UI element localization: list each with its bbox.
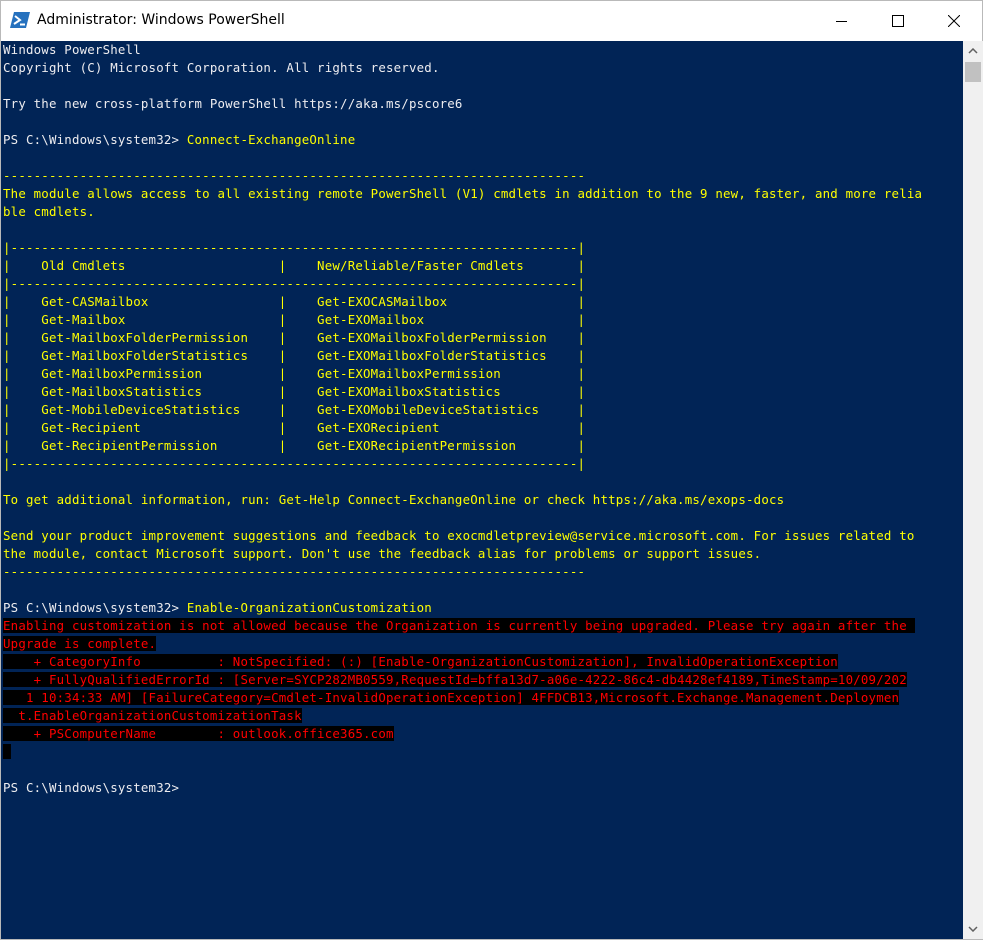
powershell-window: Administrator: Windows PowerShell Window… [0, 0, 983, 940]
console-text: |---------------------------------------… [3, 456, 586, 471]
command-text: Connect-ExchangeOnline [186, 132, 356, 147]
console-text: ----------------------------------------… [3, 168, 586, 183]
title-bar[interactable]: Administrator: Windows PowerShell [1, 1, 982, 41]
console-text: | Get-MailboxFolderStatistics | Get-EXOM… [3, 348, 586, 363]
maximize-icon [892, 15, 904, 27]
console-line: the module, contact Microsoft support. D… [3, 545, 761, 563]
console-text: | Old Cmdlets | New/Reliable/Faster Cmdl… [3, 258, 586, 273]
console-text: Send your product improvement suggestion… [3, 528, 915, 543]
vertical-scrollbar[interactable] [963, 41, 983, 939]
command-text: Enable-OrganizationCustomization [186, 600, 432, 615]
console-text: the module, contact Microsoft support. D… [3, 546, 762, 561]
error-text: Upgrade is complete. [3, 636, 157, 651]
scroll-up-arrow-icon [968, 48, 978, 54]
console-text: To get additional information, run: Get-… [3, 492, 785, 507]
console-line: The module allows access to all existing… [3, 185, 922, 203]
console-text: | Get-MailboxStatistics | Get-EXOMailbox… [3, 384, 586, 399]
console-line: Try the new cross-platform PowerShell ht… [3, 95, 463, 113]
close-icon [948, 15, 960, 27]
console-line: | Get-MobileDeviceStatistics | Get-EXOMo… [3, 401, 585, 419]
console-line: | Get-Mailbox | Get-EXOMailbox | [3, 311, 585, 329]
console-text: |---------------------------------------… [3, 240, 586, 255]
error-text: + CategoryInfo : NotSpecified: (:) [Enab… [3, 654, 838, 669]
console-text: Copyright (C) Microsoft Corporation. All… [3, 60, 440, 75]
scroll-up-button[interactable] [963, 41, 983, 61]
console-line: Windows PowerShell [3, 41, 141, 59]
console-line [3, 743, 11, 761]
close-button[interactable] [926, 1, 982, 41]
console-line: + CategoryInfo : NotSpecified: (:) [Enab… [3, 653, 838, 671]
console-text: | Get-MobileDeviceStatistics | Get-EXOMo… [3, 402, 586, 417]
console-text: | Get-MailboxPermission | Get-EXOMailbox… [3, 366, 586, 381]
console-text: | Get-Mailbox | Get-EXOMailbox | [3, 312, 586, 327]
console-line: | Get-MailboxPermission | Get-EXOMailbox… [3, 365, 585, 383]
console-line: + FullyQualifiedErrorId : [Server=SYCP28… [3, 671, 907, 689]
scroll-thumb[interactable] [965, 62, 981, 82]
error-text: 1 10:34:33 AM] [FailureCategory=Cmdlet-I… [3, 690, 900, 705]
console-text: |---------------------------------------… [3, 276, 586, 291]
console-text: ble cmdlets. [3, 204, 95, 219]
console-line: | Get-MailboxFolderPermission | Get-EXOM… [3, 329, 585, 347]
minimize-icon [836, 21, 847, 22]
error-text: + FullyQualifiedErrorId : [Server=SYCP28… [3, 672, 907, 687]
prompt-line: PS C:\Windows\system32> Connect-Exchange… [3, 131, 355, 149]
console-line: | Get-CASMailbox | Get-EXOCASMailbox | [3, 293, 585, 311]
console-line: Send your product improvement suggestion… [3, 527, 915, 545]
minimize-button[interactable] [814, 1, 870, 41]
error-text [3, 744, 11, 759]
console-line: Enabling customization is not allowed be… [3, 617, 915, 635]
console-line: ble cmdlets. [3, 203, 95, 221]
console-line: Copyright (C) Microsoft Corporation. All… [3, 59, 440, 77]
console-line: | Get-MailboxFolderStatistics | Get-EXOM… [3, 347, 585, 365]
console-text: | Get-Recipient | Get-EXORecipient | [3, 420, 586, 435]
console-line: |---------------------------------------… [3, 455, 585, 473]
error-text: Enabling customization is not allowed be… [3, 618, 915, 633]
console-text: | Get-MailboxFolderPermission | Get-EXOM… [3, 330, 586, 345]
scroll-down-button[interactable] [963, 919, 983, 939]
console-line: | Get-MailboxStatistics | Get-EXOMailbox… [3, 383, 585, 401]
prompt-text: PS C:\Windows\system32> [3, 600, 187, 615]
console-line: 1 10:34:33 AM] [FailureCategory=Cmdlet-I… [3, 689, 900, 707]
console-line: t.EnableOrganizationCustomizationTask [3, 707, 302, 725]
scroll-down-arrow-icon [968, 926, 978, 932]
console-text: Windows PowerShell [3, 42, 141, 57]
powershell-icon[interactable] [10, 11, 30, 29]
console-text: | Get-CASMailbox | Get-EXOCASMailbox | [3, 294, 586, 309]
error-text: + PSComputerName : outlook.office365.com [3, 726, 394, 741]
prompt-text: PS C:\Windows\system32> [3, 132, 187, 147]
console-line: PS C:\Windows\system32> [3, 779, 179, 797]
error-text: t.EnableOrganizationCustomizationTask [3, 708, 302, 723]
console-output[interactable]: Windows PowerShell Copyright (C) Microsof… [1, 41, 963, 939]
prompt-line: PS C:\Windows\system32> Enable-Organizat… [3, 599, 432, 617]
console-line: To get additional information, run: Get-… [3, 491, 784, 509]
console-line: | Get-RecipientPermission | Get-EXORecip… [3, 437, 585, 455]
window-title: Administrator: Windows PowerShell [37, 12, 285, 28]
console-line: | Get-Recipient | Get-EXORecipient | [3, 419, 585, 437]
console-line: Upgrade is complete. [3, 635, 157, 653]
maximize-button[interactable] [870, 1, 926, 41]
console-text: Try the new cross-platform PowerShell ht… [3, 96, 463, 111]
console-line: |---------------------------------------… [3, 239, 585, 257]
console-line: ----------------------------------------… [3, 167, 585, 185]
console-line: | Old Cmdlets | New/Reliable/Faster Cmdl… [3, 257, 585, 275]
console-text: The module allows access to all existing… [3, 186, 923, 201]
console-line: + PSComputerName : outlook.office365.com [3, 725, 394, 743]
console-text: ----------------------------------------… [3, 564, 586, 579]
console-text: PS C:\Windows\system32> [3, 780, 180, 795]
console-line: ----------------------------------------… [3, 563, 585, 581]
console-line: |---------------------------------------… [3, 275, 585, 293]
console-text: | Get-RecipientPermission | Get-EXORecip… [3, 438, 586, 453]
